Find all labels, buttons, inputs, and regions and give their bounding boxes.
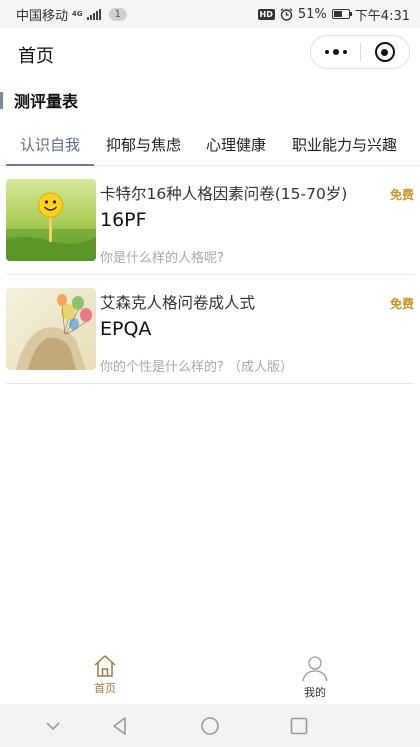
- more-dot-icon: [324, 50, 329, 54]
- tab-know-yourself[interactable]: 认识自我: [6, 124, 94, 166]
- home-circle-icon: [201, 717, 219, 735]
- app-root: 中国移动 4G 1 HD 51% 下午4:31 首页 测评量表 认识自我 抑郁与…: [0, 0, 420, 747]
- home-button[interactable]: [199, 715, 221, 737]
- tabbar-label-home: 首页: [94, 682, 116, 695]
- clock: 下午4:31: [354, 8, 410, 24]
- page-title: 首页: [18, 46, 54, 67]
- system-nav-bar: [0, 704, 420, 747]
- hd-icon: HD: [257, 8, 275, 20]
- test-title: 卡特尔16种人格因素问卷(15-70岁): [100, 185, 348, 203]
- tabbar-label-mine: 我的: [304, 686, 326, 699]
- close-miniprogram-button[interactable]: [361, 36, 409, 68]
- test-description: 你是什么样的人格呢?: [100, 251, 224, 266]
- nav-bar: 首页: [0, 28, 420, 80]
- chevron-down-icon: [46, 722, 60, 731]
- target-close-icon: [374, 42, 395, 62]
- recents-button[interactable]: [288, 715, 310, 737]
- tabbar-item-home[interactable]: 首页: [0, 648, 210, 704]
- list-item[interactable]: 艾森克人格问卷成人式 EPQA 你的个性是什么样的? （成人版） 免费: [6, 275, 414, 384]
- test-list: 卡特尔16种人格因素问卷(15-70岁) 16PF 你是什么样的人格呢? 免费: [0, 166, 420, 384]
- balloons-and-dog-thumbnail: [6, 288, 96, 370]
- test-description: 你的个性是什么样的? （成人版）: [100, 360, 294, 375]
- section-accent-bar: [0, 91, 3, 109]
- back-triangle-icon: [113, 717, 126, 735]
- hide-keyboard-button[interactable]: [42, 715, 64, 737]
- signal-icon: [86, 8, 101, 20]
- test-code: 16PF: [100, 209, 147, 231]
- tab-career-interest[interactable]: 职业能力与兴趣: [292, 124, 397, 166]
- section-header: 测评量表: [0, 88, 78, 112]
- status-left: 中国移动 4G 1: [16, 5, 128, 24]
- more-dot-icon: [332, 49, 339, 55]
- more-dot-icon: [342, 50, 347, 54]
- back-button[interactable]: [109, 715, 131, 737]
- test-code: EPQA: [100, 318, 152, 340]
- tab-depression-anxiety[interactable]: 抑郁与焦虑: [106, 124, 181, 166]
- status-right: HD 51% 下午4:31: [257, 5, 410, 24]
- recents-square-icon: [290, 717, 308, 735]
- list-item[interactable]: 卡特尔16种人格因素问卷(15-70岁) 16PF 你是什么样的人格呢? 免费: [6, 166, 414, 275]
- network-type: 4G: [72, 9, 83, 18]
- price-badge: 免费: [389, 188, 414, 202]
- alarm-icon: [280, 7, 293, 21]
- battery-icon: [331, 9, 352, 19]
- bottom-tab-bar: 首页 我的: [0, 648, 420, 704]
- more-button[interactable]: [311, 36, 360, 68]
- test-title: 艾森克人格问卷成人式: [100, 294, 256, 312]
- home-icon: [94, 655, 116, 677]
- status-bar: 中国移动 4G 1 HD 51% 下午4:31: [0, 0, 420, 28]
- miniprogram-capsule: [310, 35, 410, 69]
- section-title: 测评量表: [14, 92, 79, 111]
- user-icon: [302, 656, 328, 682]
- notification-badge: 1: [108, 7, 128, 21]
- battery-percent: 51%: [297, 6, 327, 22]
- price-badge: 免费: [389, 297, 414, 311]
- carrier-label: 中国移动: [16, 8, 69, 24]
- tab-mental-health[interactable]: 心理健康: [206, 124, 266, 166]
- smiley-on-grass-thumbnail: [6, 179, 96, 261]
- tabbar-item-mine[interactable]: 我的: [210, 648, 420, 704]
- category-tabs: 认识自我 抑郁与焦虑 心理健康 职业能力与兴趣: [0, 124, 420, 166]
